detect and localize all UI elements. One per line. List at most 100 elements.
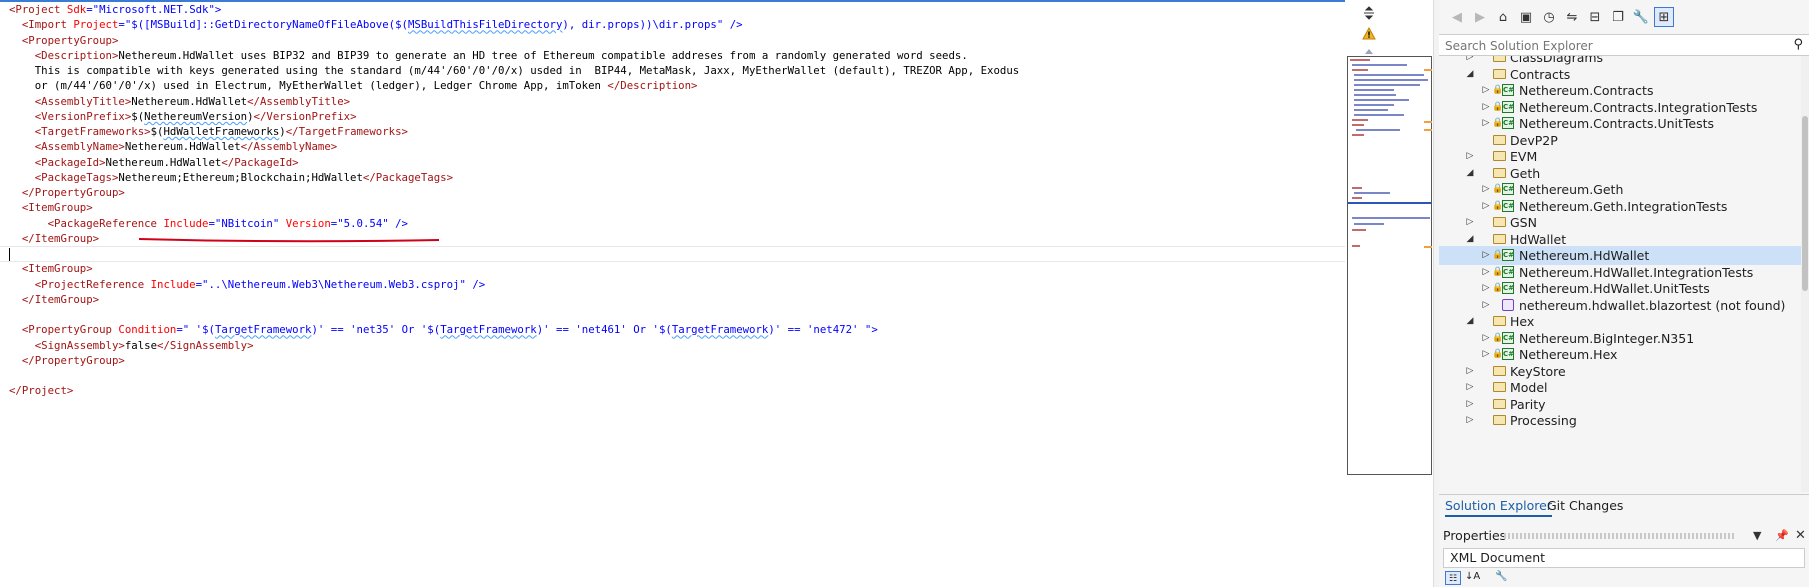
code-token: $( — [150, 125, 164, 138]
code-token: </AssemblyName> — [240, 140, 338, 154]
tab-git-changes[interactable]: Git Changes — [1547, 497, 1623, 515]
property-pages-icon[interactable]: 🔧 — [1495, 571, 1507, 582]
solution-tree-scrollbar[interactable] — [1801, 56, 1809, 492]
code-token: )' == 'net35' Or '$( — [311, 323, 441, 337]
code-token: $([MSBuild]::GetDirectoryNameOfFileAbove… — [131, 18, 408, 32]
code-line[interactable] — [9, 246, 1019, 261]
code-token: )' == 'net472' — [768, 323, 865, 337]
code-token: <PackageReference — [47, 216, 164, 230]
code-token: <AssemblyName> — [34, 140, 125, 154]
pending-changes-filter-icon[interactable]: ◷ — [1539, 7, 1559, 27]
code-token: Sdk — [66, 3, 87, 16]
code-line[interactable]: </PropertyGroup> — [9, 185, 1019, 200]
code-token: TargetFramework — [671, 323, 769, 337]
code-token: $( — [131, 109, 145, 123]
code-line[interactable]: </PropertyGroup> — [9, 353, 1019, 368]
categorized-icon[interactable]: ☷ — [1445, 571, 1461, 585]
code-line[interactable]: <SignAssembly>false</SignAssembly> — [9, 338, 1019, 353]
code-token: <PackageId> — [34, 155, 106, 169]
code-token: ), dir.props))\dir.props — [562, 18, 717, 32]
code-token: " /> — [459, 277, 486, 291]
code-line[interactable]: <TargetFrameworks>$(HdWalletFrameworks)<… — [9, 124, 1019, 139]
csharp-project-icon: C# — [1502, 331, 1515, 344]
alphabetical-icon[interactable]: ↓A — [1465, 571, 1480, 582]
code-token: Project — [73, 18, 119, 32]
dropdown-arrow-icon[interactable]: ▼ — [1753, 526, 1761, 546]
show-all-files-icon[interactable]: ❐ — [1608, 7, 1628, 27]
code-line[interactable]: <AssemblyName>Nethereum.HdWallet</Assemb… — [9, 139, 1019, 154]
code-line[interactable]: <PackageReference Include="NBitcoin" Ver… — [9, 216, 1019, 231]
code-line[interactable]: <Project Sdk="Microsoft.NET.Sdk"> — [9, 2, 1019, 17]
back-icon[interactable]: ◀ — [1447, 7, 1467, 27]
code-token: <Description> — [34, 48, 119, 62]
code-line[interactable]: <VersionPrefix>$(NethereumVersion)</Vers… — [9, 109, 1019, 124]
code-line[interactable]: <ItemGroup> — [9, 200, 1019, 215]
switch-views-icon[interactable]: ▣ — [1516, 7, 1536, 27]
code-line[interactable]: <PackageTags>Nethereum;Ethereum;Blockcha… — [9, 170, 1019, 185]
properties-wrench-icon[interactable]: 🔧 — [1631, 7, 1651, 27]
code-token: </ItemGroup> — [21, 231, 100, 245]
xml-code-editor[interactable]: <Project Sdk="Microsoft.NET.Sdk"> <Impor… — [0, 0, 1345, 587]
split-editor-icon[interactable] — [1359, 5, 1379, 23]
code-line[interactable]: <AssemblyTitle>Nethereum.HdWallet</Assem… — [9, 94, 1019, 109]
properties-drag-grip[interactable] — [1504, 533, 1734, 539]
code-line[interactable] — [9, 368, 1019, 383]
code-line[interactable]: <Description>Nethereum.HdWallet uses BIP… — [9, 48, 1019, 63]
code-token: </AssemblyTitle> — [247, 94, 351, 108]
properties-object-selector[interactable]: XML Document — [1443, 548, 1805, 568]
sync-with-document-icon[interactable]: ⇋ — [1562, 7, 1582, 27]
tree-folder-item[interactable]: ▷ Processing — [1439, 411, 1801, 430]
code-token: 5.0.54 — [343, 216, 383, 230]
code-line[interactable]: </Project> — [9, 383, 1019, 398]
search-input[interactable] — [1443, 37, 1777, 55]
folder-icon — [1493, 56, 1506, 62]
csharp-project-icon: C# — [1502, 84, 1515, 96]
scrollbar-thumb[interactable] — [1802, 116, 1808, 291]
code-token: )' == 'net461' Or '$( — [536, 323, 672, 337]
code-line[interactable]: or (m/44'/60'/0'/x) used in Electrum, My… — [9, 78, 1019, 93]
code-token: NethereumVersion — [144, 109, 248, 123]
search-icon[interactable]: ⚲ — [1793, 37, 1803, 52]
code-token: Nethereum.HdWallet — [105, 155, 222, 169]
code-line[interactable]: <PropertyGroup Condition=" '$(TargetFram… — [9, 322, 1019, 337]
code-line[interactable]: <ProjectReference Include="..\Nethereum.… — [9, 277, 1019, 292]
code-token: </VersionPrefix> — [253, 109, 357, 123]
folder-icon — [1493, 365, 1506, 376]
close-icon[interactable]: ✕ — [1795, 526, 1806, 546]
code-line[interactable]: <Import Project="$([MSBuild]::GetDirecto… — [9, 17, 1019, 32]
home-icon[interactable]: ⌂ — [1493, 7, 1513, 27]
code-line[interactable]: This is compatible with keys generated u… — [9, 63, 1019, 78]
code-line[interactable]: <PropertyGroup> — [9, 33, 1019, 48]
collapsed-arrow-icon[interactable]: ▷ — [1465, 411, 1475, 430]
csharp-project-icon: C# — [1502, 117, 1515, 129]
pin-icon[interactable]: 📌 — [1775, 526, 1789, 546]
csharp-project-icon: C# — [1502, 199, 1515, 212]
code-token: "> — [208, 3, 222, 16]
preview-selected-items-icon[interactable]: ⊞ — [1654, 7, 1674, 27]
code-token: MSBuildThisFileDirectory — [407, 18, 563, 32]
folder-icon — [1493, 415, 1506, 425]
code-line[interactable]: </ItemGroup> — [9, 292, 1019, 307]
code-token: <TargetFrameworks> — [34, 125, 151, 138]
editor-scrollbar-markers — [1424, 0, 1432, 587]
code-token: <SignAssembly> — [34, 338, 125, 352]
code-line[interactable]: <ItemGroup> — [9, 261, 1019, 276]
tab-solution-explorer[interactable]: Solution Explorer — [1445, 497, 1552, 517]
code-token: Nethereum.HdWallet — [131, 94, 248, 108]
csharp-project-icon: C# — [1502, 282, 1515, 294]
code-minimap[interactable] — [1347, 56, 1432, 475]
code-line[interactable] — [9, 307, 1019, 322]
code-token: HdWalletFrameworks — [163, 125, 280, 138]
code-token: false — [124, 338, 158, 352]
collapse-all-icon[interactable]: ⊟ — [1585, 7, 1605, 27]
code-token: =" — [176, 323, 190, 337]
code-text[interactable]: <Project Sdk="Microsoft.NET.Sdk"> <Impor… — [9, 2, 1019, 399]
code-line[interactable]: <PackageId>Nethereum.HdWallet</PackageId… — [9, 155, 1019, 170]
folder-icon — [1493, 398, 1506, 409]
forward-icon[interactable]: ▶ — [1470, 7, 1490, 27]
